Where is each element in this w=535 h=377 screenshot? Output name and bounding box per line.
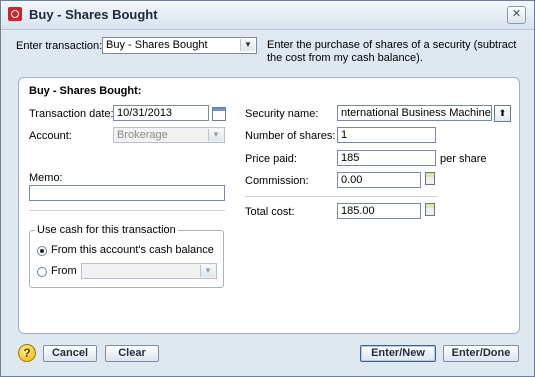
total-cost-label: Total cost: [245,206,295,218]
security-name-field[interactable]: nternational Business Machines Corp [337,105,492,121]
chevron-down-icon: ▼ [208,129,223,141]
transaction-type-dropdown[interactable]: Buy - Shares Bought ▼ [102,37,257,54]
title-bar: Buy - Shares Bought ✕ [1,1,534,30]
price-paid-label: Price paid: [245,153,297,165]
security-name-label: Security name: [245,108,319,120]
window-title: Buy - Shares Bought [29,7,158,22]
cash-group-title: Use cash for this transaction [35,224,178,236]
calculator-icon[interactable] [425,172,435,185]
memo-field[interactable] [29,185,225,201]
per-share-label: per share [440,153,487,165]
lookup-icon[interactable]: ⬆ [494,105,511,122]
account-label: Account: [29,130,72,142]
total-cost-field[interactable]: 185.00 [337,203,421,219]
chevron-down-icon[interactable]: ▼ [240,39,255,51]
number-of-shares-label: Number of shares: [245,130,336,142]
cash-source-group: Use cash for this transaction From this … [29,224,224,288]
commission-field[interactable]: 0.00 [337,172,421,188]
radio-this-account[interactable] [37,246,47,256]
enter-new-button[interactable]: Enter/New [360,345,436,362]
transaction-description: Enter the purchase of shares of a securi… [267,39,517,64]
price-paid-field[interactable]: 185 [337,150,436,166]
panel-heading: Buy - Shares Bought: [29,85,142,97]
account-dropdown: Brokerage ▼ [113,127,225,143]
enter-done-button[interactable]: Enter/Done [443,345,519,362]
calendar-icon[interactable] [212,107,226,121]
commission-label: Commission: [245,175,309,187]
chevron-down-icon: ▼ [200,265,215,277]
radio-this-account-label[interactable]: From this account's cash balance [51,244,214,256]
number-of-shares-field[interactable]: 1 [337,127,436,143]
close-button[interactable]: ✕ [507,6,526,24]
account-value: Brokerage [117,129,168,141]
from-account-dropdown: ▼ [81,263,217,279]
transaction-panel: Buy - Shares Bought: Transaction date: 1… [18,77,520,334]
clear-button[interactable]: Clear [105,345,159,362]
transaction-type-value: Buy - Shares Bought [106,39,208,51]
divider [245,196,437,197]
memo-label: Memo: [29,172,63,184]
transaction-date-label: Transaction date: [29,108,114,120]
divider [29,210,225,211]
calculator-icon[interactable] [425,203,435,216]
radio-from-label[interactable]: From [51,265,77,277]
quicken-icon [8,7,22,21]
dialog-window: Buy - Shares Bought ✕ Enter transaction:… [0,0,535,377]
transaction-date-field[interactable]: 10/31/2013 [113,105,209,121]
enter-transaction-label: Enter transaction: [16,40,103,52]
cancel-button[interactable]: Cancel [43,345,97,362]
radio-from-account[interactable] [37,267,47,277]
help-icon[interactable]: ? [18,344,36,362]
